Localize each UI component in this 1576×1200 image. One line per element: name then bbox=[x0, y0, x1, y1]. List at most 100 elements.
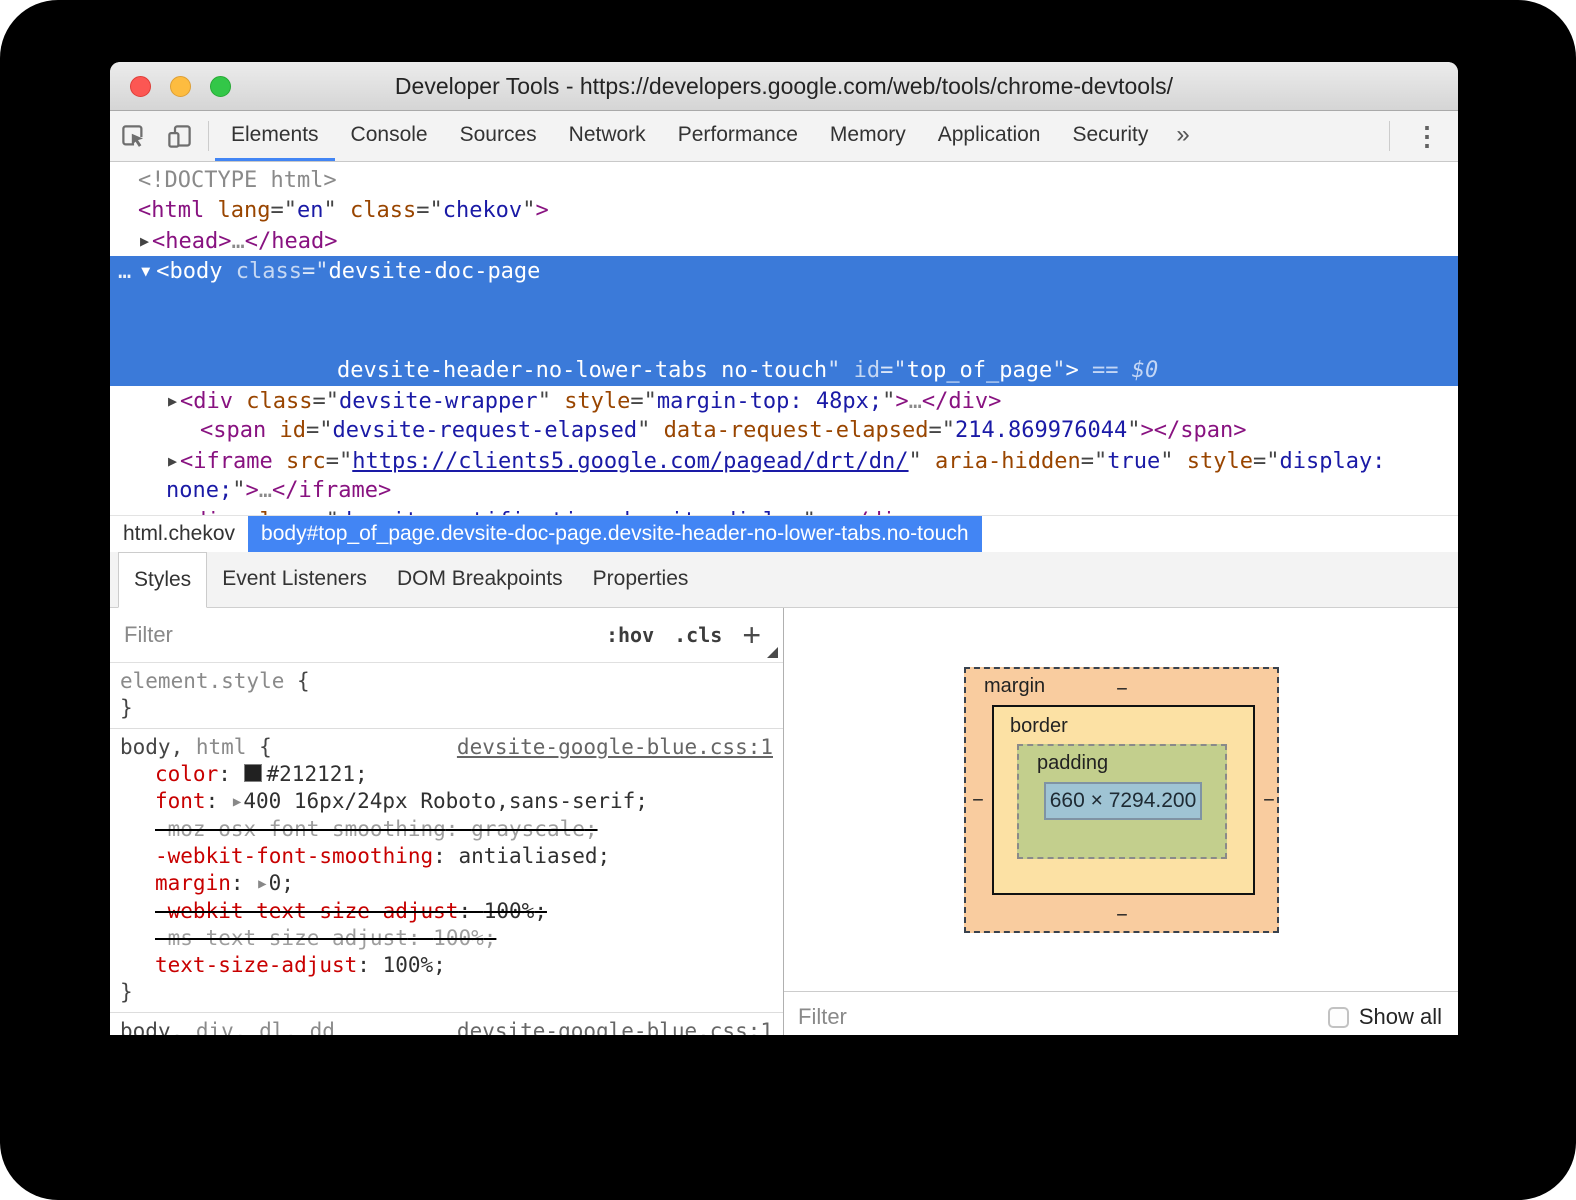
token: : bbox=[433, 844, 459, 868]
dom-node[interactable]: none;">…</iframe> bbox=[110, 476, 1458, 506]
sidebar-tab-dom-breakpoints[interactable]: DOM Breakpoints bbox=[382, 552, 578, 607]
stylesheet-link[interactable]: devsite-google-blue.css:1 bbox=[457, 1018, 773, 1035]
element-classes-button[interactable]: .cls bbox=[674, 623, 722, 647]
sidebar-tab-properties[interactable]: Properties bbox=[578, 552, 704, 607]
token: en bbox=[296, 198, 324, 223]
css-selector-line[interactable]: devsite-google-blue.css:1 body, div, dl, … bbox=[120, 1018, 773, 1035]
pane-resize-handle[interactable] bbox=[767, 647, 778, 658]
window-title: Developer Tools - https://developers.goo… bbox=[394, 73, 1174, 99]
tab-network[interactable]: Network bbox=[553, 111, 662, 161]
token: <head bbox=[152, 229, 219, 254]
tab-performance[interactable]: Performance bbox=[662, 111, 814, 161]
token: " bbox=[1160, 449, 1187, 474]
sidebar-tab-event-listeners[interactable]: Event Listeners bbox=[207, 552, 382, 607]
dom-node[interactable]: <span id="devsite-request-elapsed" data-… bbox=[110, 416, 1458, 446]
margin-top-value[interactable]: − bbox=[1116, 679, 1128, 702]
new-style-rule-button[interactable]: + bbox=[742, 619, 761, 651]
styles-pane: Filter :hov .cls + element.style {} devsi… bbox=[110, 608, 784, 1035]
more-tabs-button[interactable]: » bbox=[1164, 111, 1201, 161]
box-model-margin[interactable]: margin − − − − − − − − − − − − border bbox=[964, 667, 1279, 933]
token: id bbox=[853, 358, 881, 383]
css-property-font[interactable]: font: ▶400 16px/24px Roboto,sans-serif; bbox=[120, 788, 773, 816]
token: <span bbox=[200, 418, 267, 443]
dom-node[interactable]: <!DOCTYPE html> bbox=[110, 166, 1458, 196]
css-property-text-size-adjust[interactable]: text-size-adjust: 100%; bbox=[120, 952, 773, 979]
breadcrumb-item[interactable]: body#top_of_page.devsite-doc-page.devsit… bbox=[248, 516, 982, 552]
properties-filter-input[interactable]: Filter bbox=[798, 1004, 847, 1030]
token: … bbox=[829, 509, 842, 515]
token: : bbox=[205, 789, 231, 813]
stylesheet-link[interactable]: devsite-google-blue.css:1 bbox=[457, 734, 773, 761]
margin-bottom-value[interactable]: − bbox=[1116, 905, 1128, 928]
box-model-content[interactable]: 660 × 7294.200 bbox=[1044, 782, 1202, 820]
tab-security[interactable]: Security bbox=[1056, 111, 1164, 161]
toolbar-right: ⋮ bbox=[1383, 121, 1458, 152]
tab-sources[interactable]: Sources bbox=[444, 111, 553, 161]
token: https://clients5.google.com/pagead/drt/d… bbox=[352, 449, 909, 474]
token: 214.869976044 bbox=[955, 418, 1128, 443]
device-toolbar-icon[interactable] bbox=[162, 116, 196, 156]
border-label: border bbox=[1010, 715, 1068, 737]
css-property--ms-text-size-adjust[interactable]: -ms-text-size-adjust: 100%; bbox=[120, 925, 773, 952]
css-property--webkit-text-size-adjust[interactable]: -webkit-text-size-adjust: 100%; bbox=[120, 898, 773, 925]
dom-node[interactable]: ▶<div class="devsite-notification devsit… bbox=[110, 506, 1458, 515]
devtools-window: Developer Tools - https://developers.goo… bbox=[110, 62, 1458, 1035]
inspect-element-icon[interactable] bbox=[116, 116, 150, 156]
token: … bbox=[118, 259, 134, 284]
styles-filter-input[interactable]: Filter bbox=[124, 622, 173, 648]
token: <iframe bbox=[180, 449, 273, 474]
token: <body bbox=[156, 259, 223, 284]
token: > bbox=[535, 198, 549, 223]
dom-node[interactable]: ▶ <head>…</head> bbox=[110, 226, 1458, 256]
tab-console[interactable]: Console bbox=[335, 111, 444, 161]
token: > bbox=[218, 229, 232, 254]
box-model-padding[interactable]: padding 660 × 7294.200 bbox=[1017, 744, 1227, 859]
toggle-element-state-button[interactable]: :hov bbox=[606, 623, 654, 647]
token: ▶ bbox=[258, 876, 267, 892]
token: antialiased bbox=[458, 844, 598, 868]
css-property-color[interactable]: color: #212121; bbox=[120, 761, 773, 788]
css-close-brace: } bbox=[120, 979, 773, 1006]
box-model-border[interactable]: border padding 660 × 7294.200 bbox=[992, 705, 1255, 895]
breadcrumb-item[interactable]: html.chekov bbox=[110, 516, 248, 552]
show-all-control: Show all bbox=[1327, 1004, 1442, 1030]
token: display: bbox=[1279, 449, 1386, 474]
margin-left-value[interactable]: − bbox=[972, 790, 984, 813]
dom-node[interactable]: <html lang="en" class="chekov"> bbox=[110, 196, 1458, 226]
token: ; bbox=[281, 871, 294, 895]
tab-elements[interactable]: Elements bbox=[215, 111, 335, 161]
lower-split: Filter :hov .cls + element.style {} devsi… bbox=[110, 608, 1458, 1035]
css-property--webkit-font-smoothing[interactable]: -webkit-font-smoothing: antialiased; bbox=[120, 843, 773, 870]
css-rules: element.style {} devsite-google-blue.css:… bbox=[110, 663, 783, 1035]
token: : bbox=[357, 953, 383, 977]
dom-node[interactable]: ▶ <div class="devsite-wrapper" style="mar… bbox=[110, 386, 1458, 416]
dom-node-selected[interactable]: … ▼ <body class="devsite-doc-page devsite-h… bbox=[110, 256, 1458, 386]
css-selector-line[interactable]: element.style { bbox=[120, 668, 773, 695]
dom-node[interactable]: ▶ <iframe src="https://clients5.google.co… bbox=[110, 446, 1458, 476]
margin-right-value[interactable]: − bbox=[1263, 790, 1275, 813]
sidebar-tab-styles[interactable]: Styles bbox=[118, 552, 208, 608]
token: =" bbox=[325, 449, 353, 474]
kebab-menu-icon[interactable]: ⋮ bbox=[1396, 121, 1458, 152]
token: ▼ bbox=[141, 262, 151, 280]
token: ; bbox=[635, 789, 648, 813]
token: =" bbox=[302, 259, 329, 284]
tab-application[interactable]: Application bbox=[922, 111, 1057, 161]
token: </div> bbox=[842, 509, 921, 515]
token: ▶ bbox=[168, 512, 177, 515]
token: " bbox=[537, 389, 565, 414]
window-titlebar[interactable]: Developer Tools - https://developers.goo… bbox=[110, 62, 1458, 111]
token: class bbox=[349, 198, 417, 223]
tab-memory[interactable]: Memory bbox=[814, 111, 922, 161]
token: <!DOCTYPE html> bbox=[138, 168, 337, 193]
token: text-size-adjust bbox=[155, 953, 358, 977]
properties-filter-bar: Filter Show all bbox=[784, 991, 1458, 1035]
token: : bbox=[458, 899, 484, 923]
css-selector-line[interactable]: devsite-google-blue.css:1 body, html { bbox=[120, 734, 773, 761]
show-all-checkbox[interactable] bbox=[1327, 1006, 1349, 1028]
css-property--moz-osx-font-smoothing[interactable]: -moz-osx-font-smoothing: grayscale; bbox=[120, 816, 773, 843]
css-property-margin[interactable]: margin: ▶0; bbox=[120, 870, 773, 898]
color-swatch[interactable] bbox=[243, 764, 262, 782]
